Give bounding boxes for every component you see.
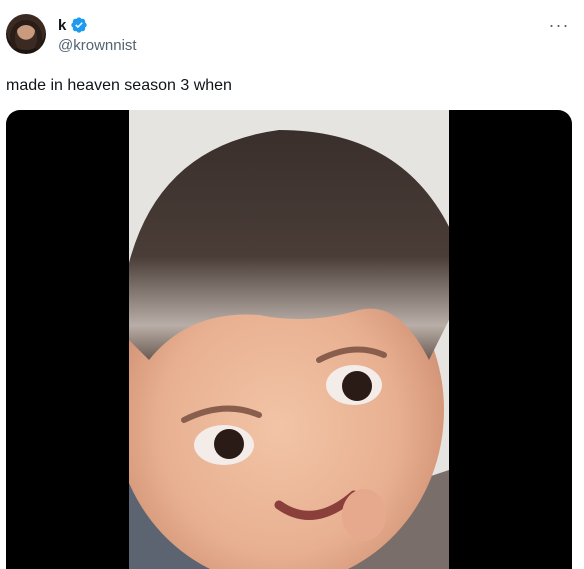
avatar-hair-shape <box>10 20 42 54</box>
video-thumbnail <box>129 110 449 569</box>
tweet-media-video[interactable] <box>6 110 572 569</box>
verified-badge-icon[interactable] <box>70 16 88 34</box>
tweet-card: k @krownnist ··· made in heaven season 3… <box>0 0 584 569</box>
more-options-button[interactable]: ··· <box>548 14 570 36</box>
author-handle[interactable]: @krownnist <box>58 37 137 54</box>
video-thumbnail-illustration <box>129 110 449 569</box>
more-horizontal-icon: ··· <box>548 14 570 35</box>
author-display-name[interactable]: k <box>58 17 66 34</box>
author-avatar[interactable] <box>6 14 46 54</box>
author-name-row: k <box>58 15 88 35</box>
tweet-text: made in heaven season 3 when <box>6 77 232 94</box>
